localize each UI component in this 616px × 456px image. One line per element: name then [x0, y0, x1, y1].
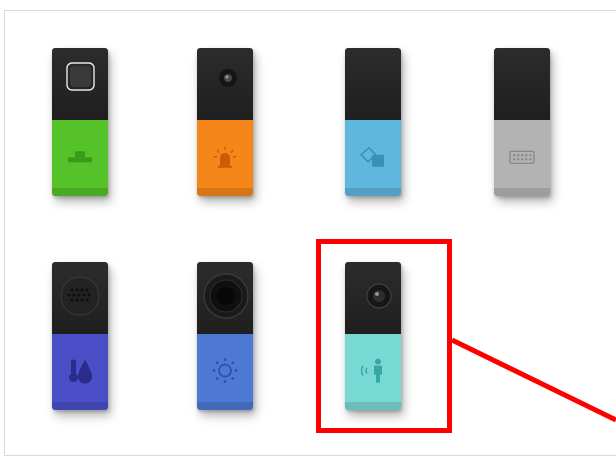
sensor-grille-icon: [60, 276, 100, 316]
gpio-connect-icon: [359, 146, 384, 167]
highlight-box: [316, 239, 452, 433]
gpio-block: [345, 48, 401, 196]
temp-humidity-block: [52, 262, 108, 410]
keyboard-block: [494, 48, 550, 196]
thermo-drop-icon: [69, 359, 92, 384]
button-block: [52, 48, 108, 196]
dome-sensor-icon: [203, 273, 249, 319]
led-lens-icon: [219, 69, 237, 87]
button-square-icon: [66, 62, 95, 91]
block-bottom: [494, 120, 550, 196]
block-bottom: [197, 334, 253, 410]
block-bottom: [52, 334, 108, 410]
keyboard-icon: [509, 150, 535, 165]
block-top: [197, 262, 253, 334]
block-bottom: [345, 120, 401, 196]
block-top: [52, 262, 108, 334]
block-top: [345, 48, 401, 120]
led-block: [197, 48, 253, 196]
block-top: [494, 48, 550, 120]
brightness-block: [197, 262, 253, 410]
button-press-icon: [68, 151, 92, 163]
block-top: [197, 48, 253, 120]
block-bottom: [52, 120, 108, 196]
block-top: [52, 48, 108, 120]
sun-icon: [212, 358, 238, 383]
alarm-light-icon: [214, 146, 236, 168]
block-bottom: [197, 120, 253, 196]
